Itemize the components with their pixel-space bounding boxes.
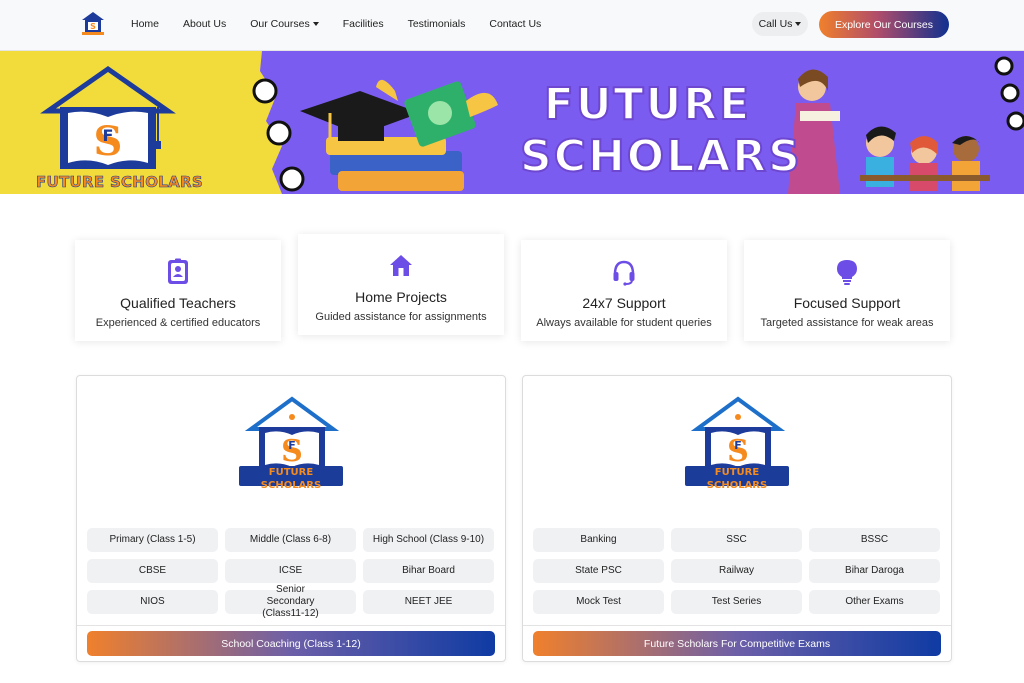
svg-text:S: S (90, 22, 96, 31)
course-pill[interactable]: CBSE (87, 559, 218, 583)
school-coaching-button[interactable]: School Coaching (Class 1-12) (87, 631, 495, 656)
course-pill[interactable]: NEET JEE (363, 590, 494, 614)
home-icon (390, 255, 412, 276)
logo-tagline: CLASSROOM AND HOME TUITION (250, 492, 332, 497)
nav-links: Home About Us Our Courses Facilities Tes… (131, 0, 565, 48)
feature-card-focused-support: Focused Support Targeted assistance for … (744, 240, 950, 341)
course-pill[interactable]: SSC (671, 528, 802, 552)
course-pill[interactable]: High School (Class 9-10) (363, 528, 494, 552)
chevron-down-icon (795, 22, 802, 26)
call-us-button[interactable]: Call Us (752, 12, 808, 36)
logo-tagline: CLASSROOM AND HOME TUITION (696, 492, 778, 497)
course-pill-grid: Primary (Class 1-5) Middle (Class 6-8) H… (87, 528, 495, 619)
nav-link-facilities[interactable]: Facilities (343, 18, 384, 30)
course-pill[interactable]: Bihar Board (363, 559, 494, 583)
nav-link-home[interactable]: Home (131, 18, 159, 30)
lightbulb-icon (837, 260, 857, 285)
competitive-exams-button[interactable]: Future Scholars For Competitive Exams (533, 631, 941, 656)
course-pill[interactable]: Banking (533, 528, 664, 552)
course-pill[interactable]: ICSE (225, 559, 356, 583)
nav-link-about[interactable]: About Us (183, 18, 226, 30)
feature-title: 24x7 Support (582, 295, 666, 311)
banner-title-line1: FUTURE (543, 78, 752, 131)
feature-card-24x7-support: 24x7 Support Always available for studen… (521, 240, 727, 341)
course-pill[interactable]: Bihar Daroga (809, 559, 940, 583)
explore-courses-button[interactable]: Explore Our Courses (819, 11, 949, 38)
id-badge-icon (168, 258, 188, 284)
course-pill[interactable]: State PSC (533, 559, 664, 583)
site-logo[interactable]: S (80, 10, 106, 36)
nav-link-courses-label: Our Courses (250, 18, 310, 30)
banner-title: FUTURE SCHOLARS (519, 78, 802, 183)
feature-desc: Targeted assistance for weak areas (760, 317, 934, 329)
feature-card-qualified-teachers: Qualified Teachers Experienced & certifi… (75, 240, 281, 341)
course-logo-brand: FUTURE SCHOLARS CLASSROOM AND HOME TUITIO… (685, 466, 789, 497)
chevron-down-icon (312, 22, 319, 27)
svg-text:F: F (103, 126, 114, 145)
svg-text:F: F (288, 439, 296, 452)
course-pill[interactable]: Test Series (671, 590, 802, 614)
logo-brand-text: FUTURE SCHOLARS (260, 467, 322, 491)
course-pill-grid: Banking SSC BSSC State PSC Railway Bihar… (533, 528, 941, 614)
course-card-competitive: S F FUTURE SCHOLARS CLASSROOM AND HOME TU… (522, 375, 952, 662)
course-pill[interactable]: Middle (Class 6-8) (225, 528, 356, 552)
banner-title-line2: SCHOLARS (519, 130, 802, 183)
feature-desc: Guided assistance for assignments (315, 311, 487, 323)
course-pill[interactable]: Railway (671, 559, 802, 583)
feature-desc: Experienced & certified educators (95, 317, 261, 329)
course-logo-brand: FUTURE SCHOLARS CLASSROOM AND HOME TUITIO… (239, 466, 343, 497)
course-pill[interactable]: NIOS (87, 590, 218, 614)
navbar: S Home About Us Our Courses Facilities T… (0, 0, 1024, 51)
feature-card-home-projects: Home Projects Guided assistance for assi… (298, 234, 504, 335)
course-pill[interactable]: Mock Test (533, 590, 664, 614)
feature-title: Focused Support (793, 295, 901, 311)
banner-logo: S F (40, 65, 176, 169)
nav-link-contact[interactable]: Contact Us (489, 18, 541, 30)
banner-brand-text: FUTURE SCHOLARS (36, 173, 203, 192)
nav-link-testimonials[interactable]: Testimonials (408, 18, 466, 30)
svg-text:F: F (734, 439, 742, 452)
nav-link-courses[interactable]: Our Courses (250, 18, 319, 30)
feature-title: Qualified Teachers (120, 295, 236, 311)
feature-title: Home Projects (355, 289, 447, 305)
course-pill[interactable]: BSSC (809, 528, 940, 552)
divider (523, 625, 951, 626)
course-pill[interactable]: Primary (Class 1-5) (87, 528, 218, 552)
headset-icon (613, 260, 635, 286)
divider (77, 625, 505, 626)
feature-desc: Always available for student queries (536, 317, 712, 329)
course-pill[interactable]: Other Exams (809, 590, 940, 614)
course-card-school: S F FUTURE SCHOLARS CLASSROOM AND HOME TU… (76, 375, 506, 662)
logo-brand-text: FUTURE SCHOLARS (706, 467, 768, 491)
course-pill[interactable]: Senior Secondary (Class11-12) (225, 584, 356, 619)
hero-banner: S F FUTURE SCHOLARS FUTURE SCHOLARS (0, 51, 1024, 194)
call-us-label: Call Us (758, 18, 793, 30)
